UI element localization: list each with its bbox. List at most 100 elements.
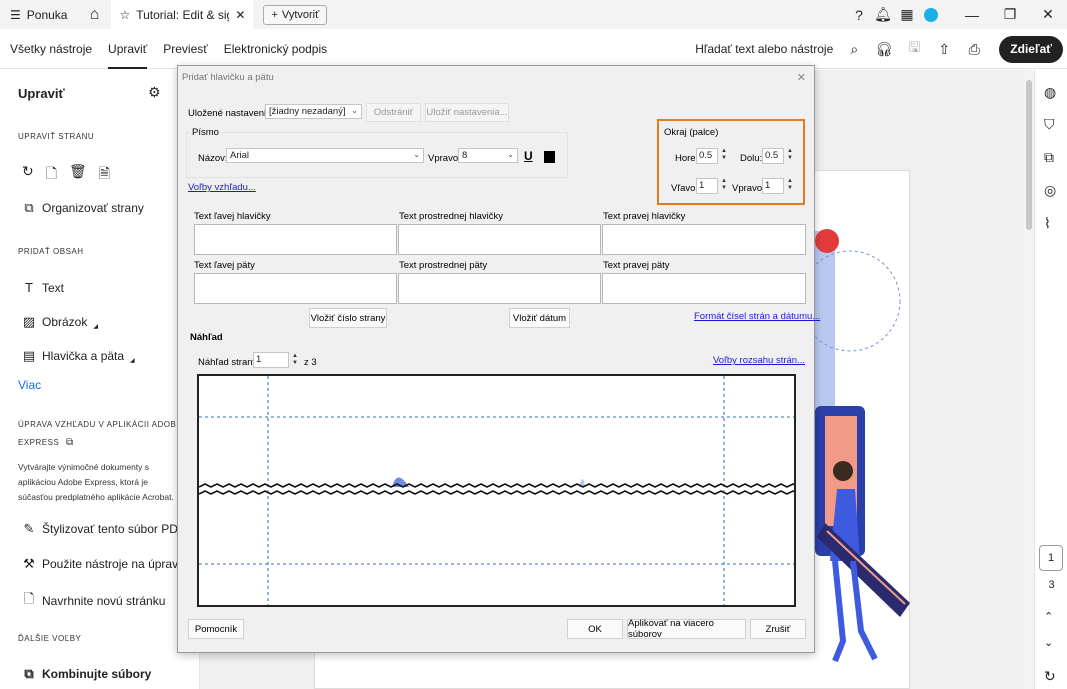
dialog-close-icon[interactable]: ✕ (797, 71, 806, 84)
preview-page-input[interactable]: 1 (253, 352, 289, 368)
upload-icon[interactable]: ⇧ (929, 29, 959, 69)
header-footer-dropdown-icon[interactable]: ◢ (130, 357, 135, 364)
chevron-down-icon: ⌄ (413, 150, 420, 159)
help-icon[interactable]: ? (847, 0, 871, 29)
left-footer-input[interactable] (194, 273, 397, 304)
extract-page-icon[interactable]: 🗋 (46, 163, 57, 187)
share-button[interactable]: Zdieľať (999, 35, 1063, 63)
preview-page-stepper[interactable]: ▲ ▼ (292, 353, 298, 367)
close-tab-icon[interactable]: ✕ (235, 8, 245, 22)
use-tools-icon: ⚒ (23, 556, 35, 571)
tab-edit[interactable]: Upraviť (100, 29, 155, 69)
design-page-icon: 🗋 (23, 591, 35, 606)
center-footer-label: Text prostrednej päty (399, 260, 488, 271)
vertical-scrollbar[interactable] (1024, 70, 1034, 689)
font-color-swatch[interactable] (544, 151, 555, 163)
underline-button[interactable]: U (524, 149, 533, 163)
document-tab[interactable]: ☆ Tutorial: Edit & sign ... ✕ (111, 0, 254, 29)
delete-settings-button[interactable]: Odstrániť (366, 103, 421, 122)
page-range-options-link[interactable]: Voľby rozsahu strán... (713, 355, 805, 366)
search-icon[interactable]: ⌕ (839, 29, 869, 69)
style-pdf-label: Štylizovať tento súbor PDF (42, 522, 186, 536)
help-button[interactable]: Pomocník (188, 619, 244, 639)
header-footer-icon: ▤ (22, 348, 36, 363)
use-tools-label: Použite nástroje na úpravu (42, 557, 185, 571)
insert-page-number-button[interactable]: Vložiť číslo strany (309, 308, 387, 328)
image-tool-item[interactable]: ▨ Obrázok ◢ (22, 314, 98, 330)
section-express-line1: ÚPRAVA VZHĽADU V APLIKÁCII ADOBE (18, 420, 183, 429)
tab-all-tools[interactable]: Všetky nástroje (0, 29, 100, 69)
center-header-input[interactable] (398, 224, 601, 255)
home-icon[interactable]: ⌂ (77, 0, 111, 29)
center-header-label: Text prostrednej hlavičky (399, 211, 504, 222)
menu-button[interactable]: ☰ Ponuka (0, 0, 77, 29)
section-more-options: ĎALŠIE VOĽBY (18, 634, 82, 643)
preview-label: Náhľad (190, 332, 223, 343)
right-header-label: Text pravej hlavičky (603, 211, 686, 222)
gear-icon[interactable]: ⚙ (148, 84, 161, 101)
left-footer-label: Text ľavej päty (194, 260, 255, 271)
external-link-icon[interactable]: ⧉ (66, 437, 74, 448)
current-page-indicator[interactable]: 1 (1039, 545, 1063, 571)
close-window-icon[interactable]: ✕ (1029, 0, 1067, 29)
header-footer-item[interactable]: ▤ Hlavička a päta ◢ (22, 348, 135, 364)
apply-multiple-files-button[interactable]: Aplikovať na viacero súborov (627, 618, 746, 640)
insert-page-icon[interactable]: 🗎 (99, 163, 110, 187)
delete-icon[interactable]: 🗑︎ (69, 163, 87, 187)
save-icon[interactable]: 🖫 (899, 29, 929, 69)
refresh-icon[interactable]: ↻ (1044, 668, 1056, 685)
minimize-icon[interactable]: — (953, 0, 991, 29)
attachment-icon[interactable]: ⌇ (1044, 215, 1051, 232)
tab-title: Tutorial: Edit & sign ... (136, 7, 229, 22)
hamburger-icon: ☰ (10, 7, 21, 22)
style-pdf-icon: ✎ (23, 521, 35, 536)
scrollbar-thumb[interactable] (1026, 80, 1032, 230)
design-page-item[interactable]: 🗋 Navrhnite novú stránku (22, 590, 166, 612)
more-link[interactable]: Viac (18, 378, 41, 392)
ai-assistant-icon[interactable]: ◍ (1044, 84, 1056, 101)
font-size-select[interactable]: 8 ⌄ (458, 148, 518, 163)
image-tool-label: Obrázok (42, 315, 88, 329)
bell-icon[interactable]: 🔔︎ (871, 0, 895, 29)
section-express-label: EXPRESS (18, 438, 60, 447)
design-page-label: Navrhnite novú stránku (42, 594, 166, 608)
search-tools-label[interactable]: Hľadať text alebo nástroje (695, 42, 833, 56)
target-icon[interactable]: ◎ (1044, 182, 1056, 199)
organize-pages-icon: ⧉ (24, 200, 34, 215)
chevron-down-icon[interactable]: ⌄ (1044, 636, 1053, 649)
restore-icon[interactable]: ❐ (991, 0, 1029, 29)
font-name-select[interactable]: Arial ⌄ (226, 148, 424, 163)
saved-settings-select[interactable]: [žiadny nezadaný] ⌄ (265, 104, 362, 119)
image-tool-dropdown-icon[interactable]: ◢ (93, 323, 98, 330)
apps-grid-icon[interactable]: ▦ (895, 0, 919, 29)
right-footer-input[interactable] (602, 273, 806, 304)
cancel-button[interactable]: Zrušiť (750, 619, 806, 639)
new-tab-button[interactable]: + Vytvoriť (263, 4, 328, 25)
tab-convert[interactable]: Previesť (155, 29, 216, 69)
main-toolbar: Všetky nástroje Upraviť Previesť Elektro… (0, 29, 1067, 69)
left-header-input[interactable] (194, 224, 397, 255)
style-pdf-item[interactable]: ✎ Štylizovať tento súbor PDF (22, 521, 186, 537)
combine-files-item[interactable]: ⧉ Kombinujte súbory (22, 666, 151, 682)
tab-e-sign[interactable]: Elektronický podpis (216, 29, 335, 69)
insert-date-button[interactable]: Vložiť dátum (509, 308, 570, 328)
saved-settings-value: [žiadny nezadaný] (269, 106, 346, 117)
ok-button[interactable]: OK (567, 619, 623, 639)
text-tool-item[interactable]: T Text (22, 280, 64, 295)
star-icon[interactable]: ☆ (119, 8, 130, 22)
bookmark-icon[interactable]: ⛉ (1044, 116, 1055, 133)
headphones-icon[interactable]: 🎧︎ (869, 29, 899, 69)
print-icon[interactable]: ⎙ (959, 29, 989, 69)
express-description: Vytvárajte výnimočné dokumenty s aplikác… (18, 462, 174, 502)
organize-pages-item[interactable]: ⧉ Organizovať strany (22, 200, 144, 216)
save-settings-button[interactable]: Uložiť nastavenia... (425, 103, 509, 122)
chevron-up-icon[interactable]: ⌃ (1044, 610, 1053, 623)
appearance-options-link[interactable]: Voľby vzhľadu... (188, 182, 256, 193)
center-footer-input[interactable] (398, 273, 601, 304)
use-tools-item[interactable]: ⚒ Použite nástroje na úpravu (22, 556, 185, 572)
page-number-date-format-link[interactable]: Formát čísel strán a dátumu... (694, 311, 820, 322)
pages-icon[interactable]: ⧉ (1044, 149, 1054, 166)
rotate-icon[interactable]: ↻ (22, 163, 34, 187)
avatar[interactable] (919, 0, 943, 29)
right-header-input[interactable] (602, 224, 806, 255)
